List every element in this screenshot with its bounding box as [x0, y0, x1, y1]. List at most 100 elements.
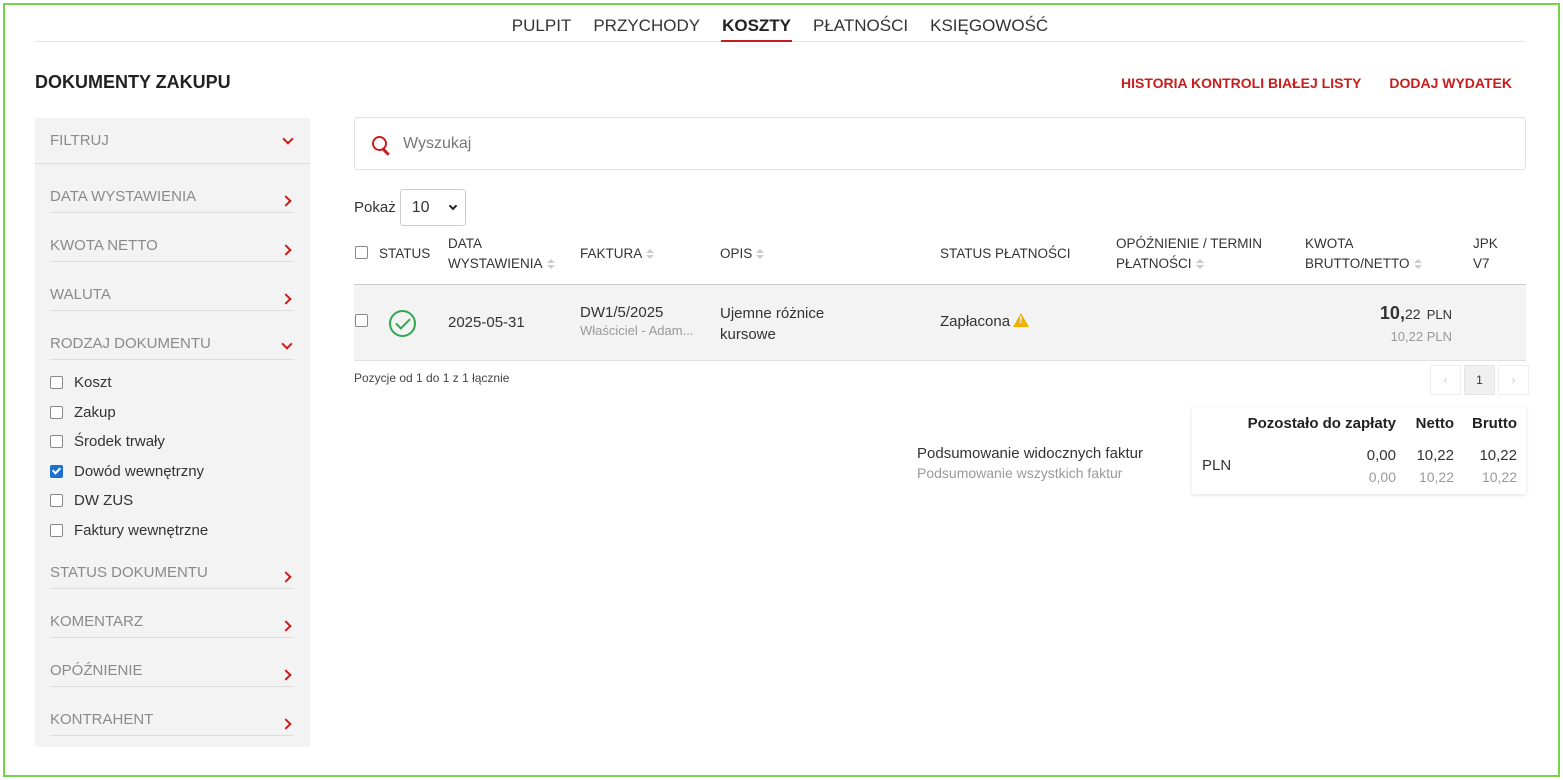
chevron-right-icon [280, 195, 292, 207]
chevron-right-icon [280, 244, 292, 256]
chevron-right-icon [280, 620, 292, 632]
checkbox[interactable] [50, 435, 63, 449]
summary-visible-net: 10,22 [1416, 447, 1454, 464]
header-delay[interactable]: OPÓŹNIENIE / TERMIN PŁATNOŚCI [1116, 234, 1262, 274]
checkbox-checked[interactable] [50, 464, 63, 478]
chevron-right-icon [280, 571, 292, 583]
filter-currency[interactable]: WALUTA [50, 262, 294, 311]
summary-col-remaining: Pozostało do zapłaty [1247, 415, 1396, 432]
chevron-down-icon [282, 132, 294, 145]
top-actions: HISTORIA KONTROLI BIAŁEJ LISTY DODAJ WYD… [1121, 75, 1512, 91]
filter-net-amount[interactable]: KWOTA NETTO [50, 213, 294, 262]
row-description-line1: Ujemne różnice [720, 305, 825, 322]
chevron-down-icon [448, 201, 457, 210]
header-amount[interactable]: KWOTA BRUTTO/NETTO [1305, 234, 1422, 274]
summary-currency: PLN [1202, 457, 1232, 474]
filter-date[interactable]: DATA WYSTAWIENIA [50, 164, 294, 213]
header-status: STATUS [379, 246, 431, 261]
sort-icon [546, 259, 555, 270]
search-icon[interactable] [371, 135, 391, 155]
prev-page-button[interactable]: ‹ [1430, 365, 1461, 395]
filter-delay[interactable]: OPÓŹNIENIE [50, 638, 294, 687]
header-delay-line2: PŁATNOŚCI [1116, 256, 1192, 271]
doc-type-faktury-wewnetrzne[interactable]: Faktury wewnętrzne [50, 516, 295, 546]
filter-delay-label: OPÓŹNIENIE [50, 662, 143, 679]
tab-koszty[interactable]: KOSZTY [721, 14, 793, 42]
next-page-button[interactable]: › [1498, 365, 1529, 395]
doc-type-label: Zakup [74, 403, 116, 421]
doc-type-label: Faktury wewnętrzne [74, 521, 209, 539]
summary-table: Pozostało do zapłaty Netto Brutto PLN 0,… [1192, 407, 1526, 494]
tab-platnosci[interactable]: PŁATNOŚCI [812, 14, 909, 42]
table-row[interactable]: 2025-05-31 DW1/5/2025 Właściciel - Adam.… [354, 285, 1526, 361]
tab-pulpit[interactable]: PULPIT [511, 14, 573, 42]
row-gross-dec: 22 [1404, 306, 1421, 322]
doc-type-dowod-wewnetrzny[interactable]: Dowód wewnętrzny [50, 457, 295, 487]
row-payment-status-label: Zapłacona [940, 313, 1011, 330]
header-jpk: JPK V7 [1473, 234, 1498, 274]
header-date-line1: DATA [448, 236, 483, 251]
header-checkbox-wrap [355, 245, 368, 265]
summary-labels: Podsumowanie widocznych faktur Podsumowa… [917, 445, 1143, 481]
page-1-button[interactable]: 1 [1464, 365, 1495, 395]
tab-ksiegowosc[interactable]: KSIĘGOWOŚĆ [929, 14, 1049, 42]
select-all-checkbox[interactable] [355, 246, 368, 259]
summary-all-remaining: 0,00 [1368, 469, 1396, 485]
row-description: Ujemne różnice kursowe [720, 303, 824, 345]
header-delay-line1: OPÓŹNIENIE / TERMIN [1116, 236, 1263, 251]
checkbox[interactable] [50, 494, 63, 508]
filter-toggle[interactable]: FILTRUJ [35, 118, 310, 164]
row-invoice[interactable]: DW1/5/2025 Właściciel - Adam... [580, 304, 693, 338]
doc-type-koszt[interactable]: Koszt [50, 368, 295, 398]
header-amount-line2: BRUTTO/NETTO [1305, 256, 1410, 271]
header-date[interactable]: DATA WYSTAWIENIA [448, 234, 555, 274]
summary-col-gross: Brutto [1472, 415, 1517, 432]
header-invoice-label: FAKTURA [580, 246, 643, 261]
search-bar [354, 117, 1526, 170]
tab-przychody[interactable]: PRZYCHODY [592, 14, 701, 42]
doc-type-srodek-trwaly[interactable]: Środek trwały [50, 427, 295, 457]
summary-col-net: Netto [1415, 415, 1454, 432]
chevron-down-icon [281, 338, 293, 350]
filter-comment[interactable]: KOMENTARZ [50, 589, 294, 638]
header-jpk-line1: JPK [1473, 236, 1498, 251]
filter-contractor-label: KONTRAHENT [50, 711, 154, 728]
row-checkbox[interactable] [355, 314, 368, 327]
doc-type-label: Koszt [74, 374, 112, 392]
header-description-label: OPIS [720, 246, 753, 261]
row-checkbox-wrap [355, 314, 368, 331]
search-input[interactable] [403, 134, 1403, 153]
summary-visible-gross: 10,22 [1479, 447, 1517, 464]
header-amount-line1: KWOTA [1305, 236, 1354, 251]
summary-all-gross: 10,22 [1481, 469, 1517, 485]
header-invoice[interactable]: FAKTURA [580, 244, 655, 264]
header-description[interactable]: OPIS [720, 244, 765, 264]
whitelist-history-link[interactable]: HISTORIA KONTROLI BIAŁEJ LISTY [1121, 75, 1361, 91]
main-nav: PULPIT PRZYCHODY KOSZTY PŁATNOŚCI KSIĘGO… [34, 14, 1526, 42]
row-gross-int: 10, [1379, 303, 1405, 323]
doc-type-zakup[interactable]: Zakup [50, 398, 295, 428]
summary-visible-remaining: 0,00 [1366, 447, 1396, 464]
doc-type-dw-zus[interactable]: DW ZUS [50, 486, 295, 516]
doc-type-options: Koszt Zakup Środek trwały Dowód wewnętrz… [35, 360, 310, 549]
checkbox[interactable] [50, 376, 63, 390]
row-payment-status: Zapłacona [940, 313, 1030, 330]
checkbox[interactable] [50, 523, 63, 537]
filter-contractor[interactable]: KONTRAHENT [50, 687, 294, 736]
check-circle-icon [389, 310, 416, 337]
filter-label: FILTRUJ [50, 132, 109, 149]
filter-doc-type[interactable]: RODZAJ DOKUMENTU [50, 311, 294, 360]
page-title: DOKUMENTY ZAKUPU [35, 72, 231, 92]
page-size-select[interactable]: 10 [399, 189, 466, 226]
chevron-right-icon [280, 718, 292, 730]
checkbox[interactable] [50, 405, 63, 419]
row-amount: 10,22 PLN 10,22 PLN [1380, 303, 1452, 344]
filter-currency-label: WALUTA [50, 286, 111, 303]
warning-icon[interactable] [1013, 313, 1030, 327]
row-net-amount: 10,22 PLN [1390, 329, 1452, 344]
filter-doc-type-label: RODZAJ DOKUMENTU [50, 335, 211, 352]
header-jpk-line2: V7 [1473, 256, 1490, 271]
filter-doc-status[interactable]: STATUS DOKUMENTU [50, 549, 294, 589]
summary-visible-label: Podsumowanie widocznych faktur [917, 445, 1143, 462]
add-expense-link[interactable]: DODAJ WYDATEK [1389, 75, 1512, 91]
